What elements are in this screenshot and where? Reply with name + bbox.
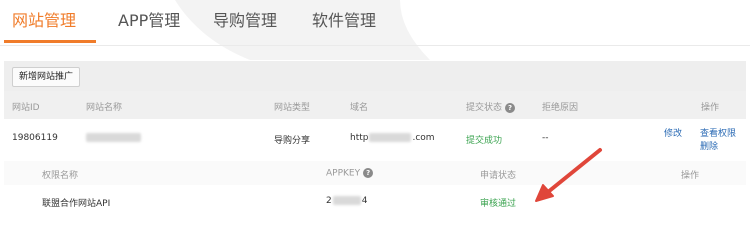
header-apply-status: 申请状态 bbox=[480, 171, 517, 181]
header-appkey: APPKEY? bbox=[326, 168, 374, 179]
cell-apply-status: 审核通过 bbox=[480, 199, 517, 209]
cell-appkey: 24 bbox=[326, 196, 367, 206]
tab-site-management[interactable]: 网站管理 bbox=[12, 10, 76, 32]
delete-link[interactable]: 删除 bbox=[700, 139, 718, 152]
add-site-promotion-button[interactable]: 新增网站推广 bbox=[12, 67, 81, 87]
cell-domain: http .com bbox=[350, 133, 435, 143]
cell-site-type: 导购分享 bbox=[274, 136, 311, 146]
domain-suffix: .com bbox=[412, 133, 435, 143]
table-row: 19806119 导购分享 http .com 提交成功 -- 修改 查看权限 删… bbox=[4, 119, 746, 162]
header-sub-actions: 操作 bbox=[681, 171, 700, 181]
tab-divider bbox=[0, 45, 750, 46]
tab-bar: 网站管理 APP管理 导购管理 软件管理 bbox=[0, 0, 750, 46]
header-site-type: 网站类型 bbox=[274, 103, 311, 113]
view-permission-link[interactable]: 查看权限 bbox=[700, 126, 736, 139]
permission-table-header: 权限名称 APPKEY? 申请状态 操作 bbox=[4, 161, 746, 185]
cell-permission-name: 联盟合作网站API bbox=[42, 199, 111, 209]
header-reject-reason: 拒绝原因 bbox=[542, 103, 579, 113]
header-appkey-label: APPKEY bbox=[326, 168, 361, 179]
header-domain: 域名 bbox=[350, 103, 369, 113]
tab-shopping-guide-management[interactable]: 导购管理 bbox=[213, 10, 277, 32]
help-icon[interactable]: ? bbox=[505, 102, 516, 113]
cell-reject-reason: -- bbox=[542, 133, 549, 143]
header-submit-status-label: 提交状态 bbox=[466, 103, 503, 113]
header-permission-name: 权限名称 bbox=[42, 171, 79, 181]
tab-app-management[interactable]: APP管理 bbox=[118, 10, 180, 32]
header-submit-status: 提交状态? bbox=[466, 100, 516, 113]
active-tab-indicator bbox=[4, 40, 96, 43]
appkey-suffix: 4 bbox=[361, 196, 368, 206]
appkey-prefix: 2 bbox=[326, 196, 332, 206]
redacted-site-name bbox=[86, 133, 141, 142]
cell-submit-status: 提交成功 bbox=[466, 136, 503, 146]
redacted-domain bbox=[369, 133, 412, 142]
cell-site-name bbox=[86, 133, 141, 143]
header-site-id: 网站ID bbox=[12, 103, 40, 113]
edit-link[interactable]: 修改 bbox=[664, 126, 682, 139]
domain-prefix: http bbox=[350, 133, 369, 143]
toolbar: 新增网站推广 bbox=[4, 61, 746, 91]
help-icon[interactable]: ? bbox=[363, 168, 374, 178]
cell-site-id: 19806119 bbox=[12, 133, 58, 143]
table-header: 网站ID 网站名称 网站类型 域名 提交状态? 拒绝原因 操作 bbox=[4, 91, 746, 119]
permission-row: 联盟合作网站API 24 审核通过 bbox=[4, 185, 746, 218]
header-site-name: 网站名称 bbox=[86, 103, 123, 113]
redacted-appkey bbox=[332, 196, 361, 205]
tab-software-management[interactable]: 软件管理 bbox=[312, 10, 376, 32]
header-actions: 操作 bbox=[701, 103, 720, 113]
